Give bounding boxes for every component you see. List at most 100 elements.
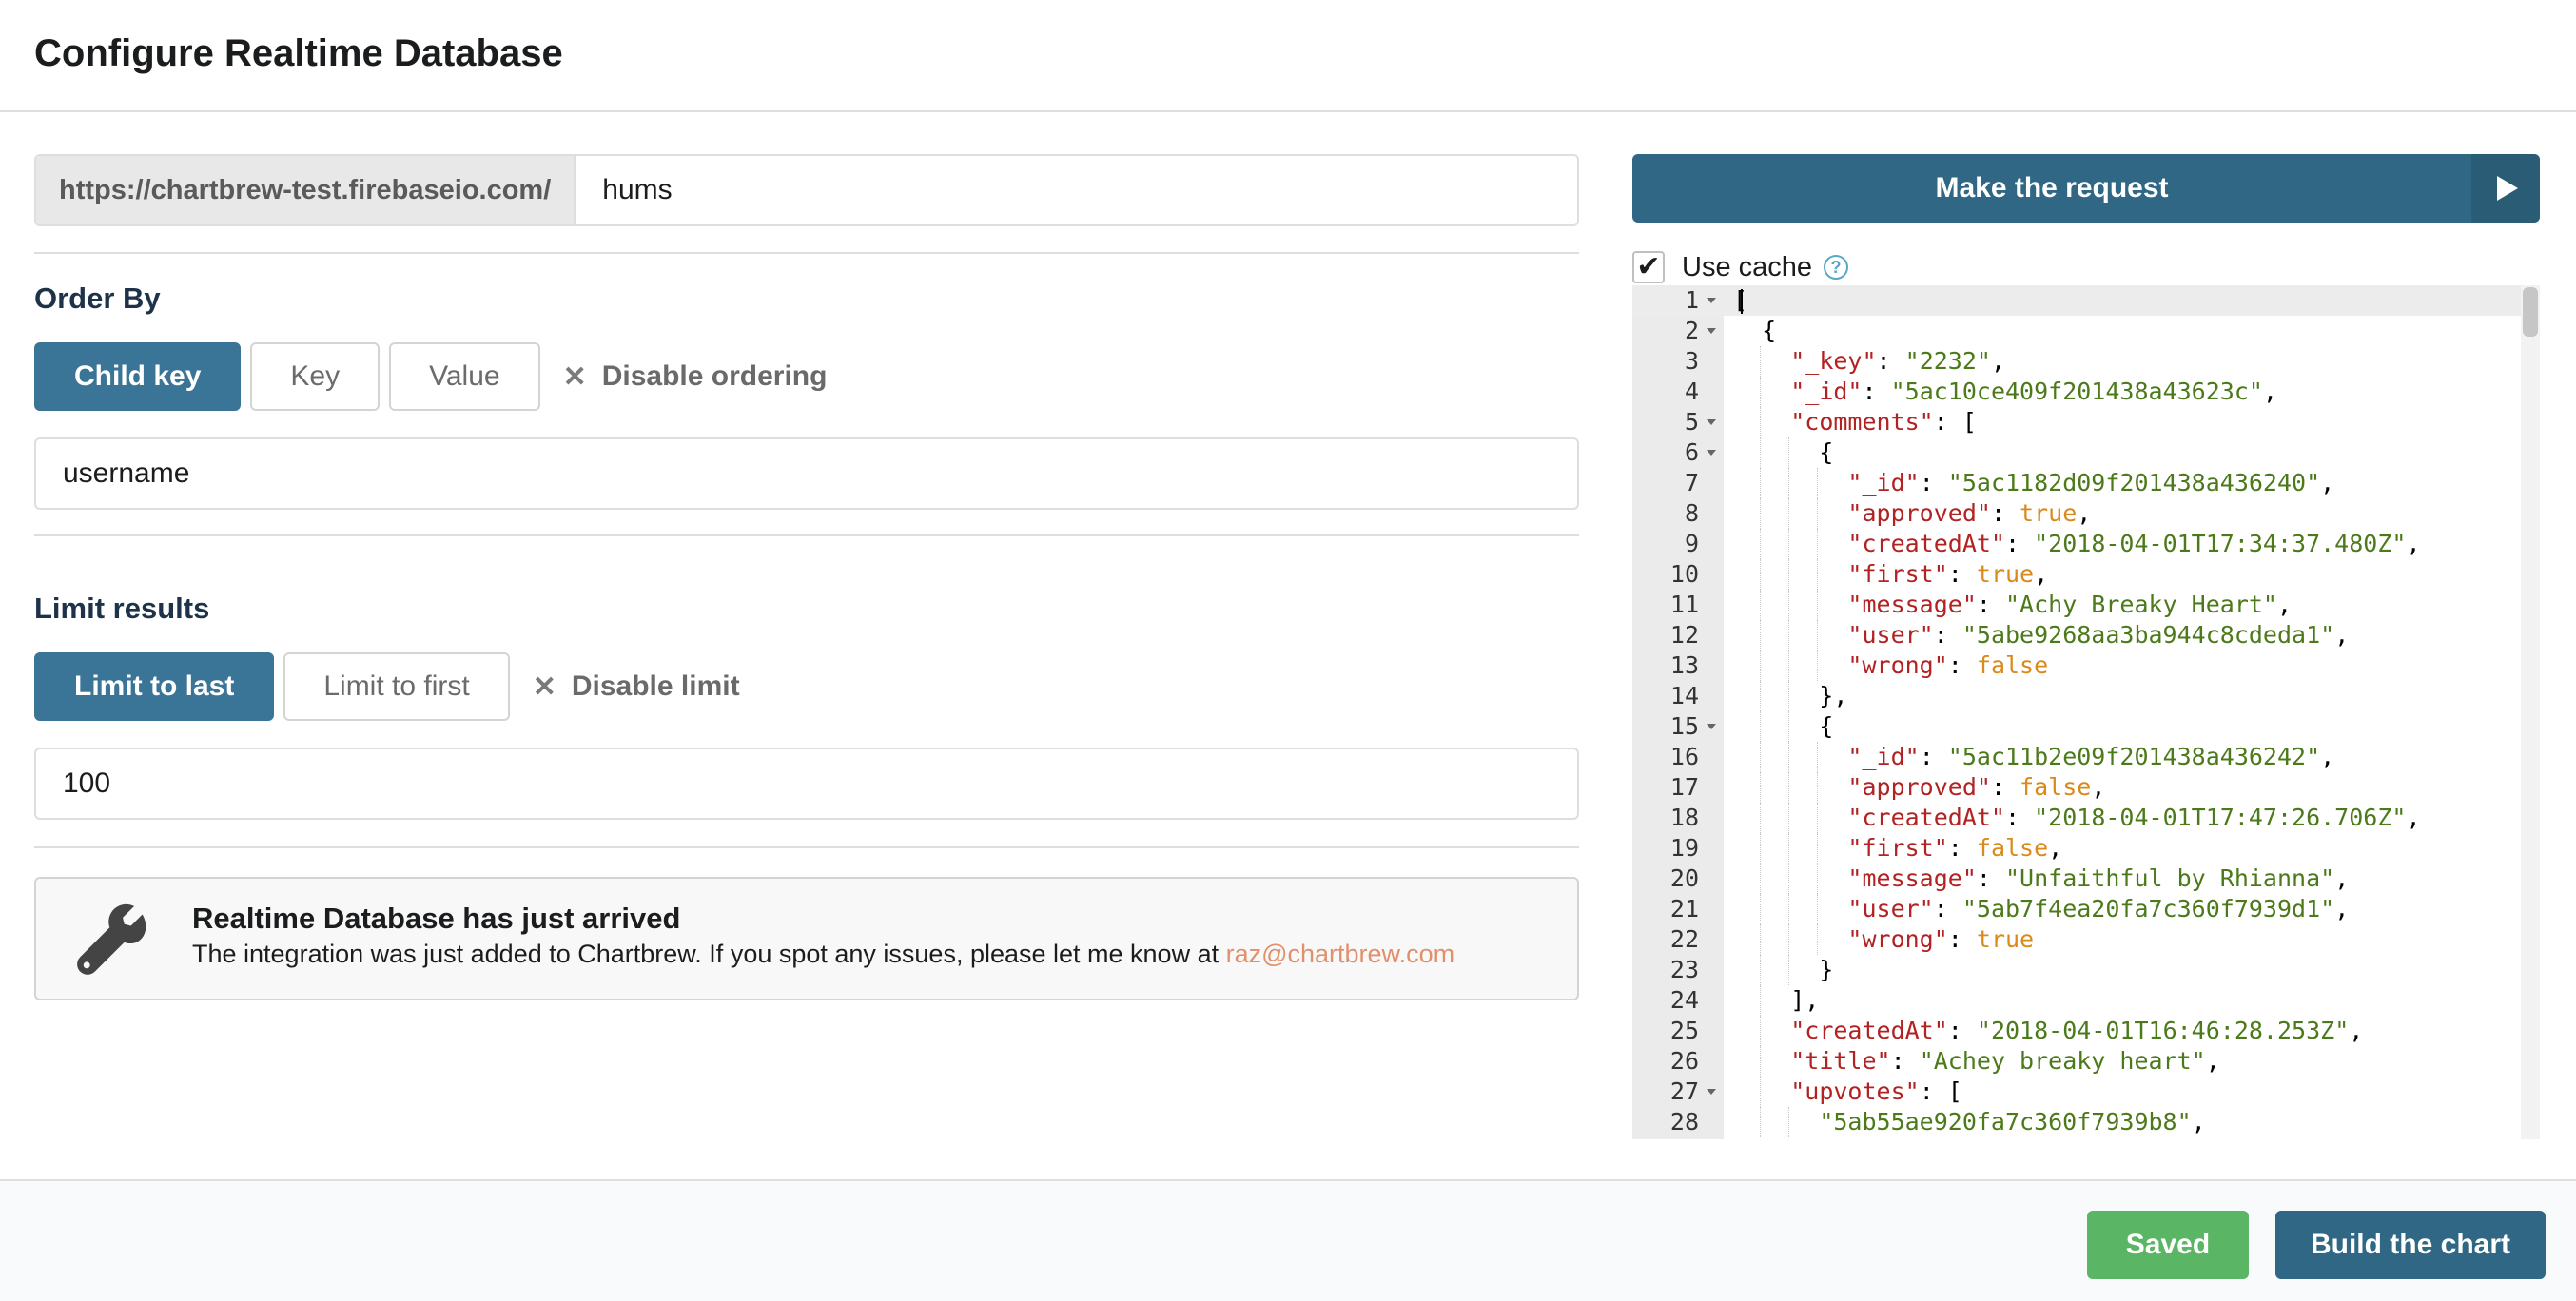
- indent-guide: [1760, 377, 1762, 407]
- close-icon: ✕: [532, 670, 556, 703]
- indent-guide: [1817, 772, 1819, 803]
- indent-guide: [1817, 620, 1819, 650]
- question-circle-icon[interactable]: ?: [1824, 255, 1849, 280]
- fold-arrow-icon[interactable]: [1707, 724, 1716, 729]
- order-by-field-input[interactable]: [34, 437, 1579, 510]
- indent-guide: [1788, 742, 1790, 772]
- indent-guide: [1760, 346, 1762, 377]
- indent-guide: [1788, 590, 1790, 620]
- limit-value-input[interactable]: [34, 748, 1579, 820]
- wrench-icon: [77, 903, 146, 975]
- code-text: },: [1733, 682, 1848, 709]
- code-text: }: [1733, 956, 1834, 983]
- play-icon: [2471, 154, 2540, 223]
- code-line: 5 "comments": [: [1632, 407, 2540, 437]
- indent-guide: [1760, 742, 1762, 772]
- line-number: 8: [1684, 499, 1699, 527]
- code-line: 14 },: [1632, 681, 2540, 711]
- code-line: 28 "5ab55ae920fa7c360f7939b8",: [1632, 1107, 2540, 1137]
- fold-arrow-icon[interactable]: [1707, 419, 1716, 425]
- page-title: Configure Realtime Database: [34, 32, 563, 74]
- code-line: 9 "createdAt": "2018-04-01T17:34:37.480Z…: [1632, 529, 2540, 559]
- code-line: 15 {: [1632, 711, 2540, 742]
- url-input-group: https://chartbrew-test.firebaseio.com/: [34, 154, 1579, 226]
- indent-guide: [1788, 924, 1790, 955]
- line-number: 28: [1669, 1108, 1699, 1136]
- indent-guide: [1760, 955, 1762, 985]
- code-text: "upvotes": [: [1790, 1078, 1962, 1105]
- key-button[interactable]: Key: [250, 342, 381, 411]
- limit-results-label: Limit results: [34, 592, 210, 625]
- code-text: "message": "Unfaithful by Rhianna",: [1847, 864, 2350, 892]
- code-text: "comments": [: [1790, 408, 1977, 436]
- scroll-thumb[interactable]: [2523, 287, 2538, 337]
- use-cache-checkbox[interactable]: ✔: [1632, 251, 1665, 283]
- code-line: 24 ],: [1632, 985, 2540, 1016]
- indent-guide: [1760, 681, 1762, 711]
- line-number: 11: [1669, 591, 1699, 618]
- code-line: 12 "user": "5abe9268aa3ba944c8cdeda1",: [1632, 620, 2540, 650]
- indent-guide: [1788, 650, 1790, 681]
- indent-guide: [1817, 803, 1819, 833]
- indent-guide: [1760, 985, 1762, 1016]
- divider: [34, 534, 1579, 536]
- line-number: 2: [1684, 317, 1699, 344]
- message-text: The integration was just added to Chartb…: [192, 940, 1226, 968]
- message-body: The integration was just added to Chartb…: [192, 940, 1454, 969]
- fold-arrow-icon[interactable]: [1707, 450, 1716, 456]
- email-link[interactable]: raz@chartbrew.com: [1226, 940, 1454, 968]
- disable-ordering-button[interactable]: ✕ Disable ordering: [563, 360, 828, 394]
- order-by-options: Child key Key Value ✕ Disable ordering: [34, 342, 827, 411]
- json-result-editor[interactable]: 1[2 {3 "_key": "2232",4 "_id": "5ac10ce4…: [1632, 285, 2540, 1139]
- code-line: 10 "first": true,: [1632, 559, 2540, 590]
- code-text: "user": "5ab7f4ea20fa7c360f7939d1",: [1847, 895, 2350, 922]
- limit-options: Limit to last Limit to first ✕ Disable l…: [34, 652, 740, 721]
- indent-guide: [1817, 894, 1819, 924]
- code-text: "createdAt": "2018-04-01T17:47:26.706Z",: [1847, 804, 2421, 831]
- child-key-button[interactable]: Child key: [34, 342, 242, 411]
- disable-limit-button[interactable]: ✕ Disable limit: [533, 670, 740, 704]
- code-line: 17 "approved": false,: [1632, 772, 2540, 803]
- indent-guide: [1788, 864, 1790, 894]
- indent-guide: [1760, 407, 1762, 437]
- indent-guide: [1760, 1107, 1762, 1137]
- indent-guide: [1760, 468, 1762, 498]
- line-number: 10: [1669, 560, 1699, 588]
- saved-button[interactable]: Saved: [2087, 1211, 2249, 1279]
- indent-guide: [1788, 833, 1790, 864]
- make-request-button[interactable]: Make the request: [1632, 154, 2540, 223]
- line-number: 4: [1684, 378, 1699, 405]
- indent-guide: [1788, 559, 1790, 590]
- indent-guide: [1788, 772, 1790, 803]
- indent-guide: [1760, 1077, 1762, 1107]
- build-chart-button[interactable]: Build the chart: [2275, 1211, 2546, 1279]
- line-number: 15: [1669, 712, 1699, 740]
- value-button[interactable]: Value: [389, 342, 540, 411]
- code-line: 13 "wrong": false: [1632, 650, 2540, 681]
- indent-guide: [1788, 437, 1790, 468]
- url-path-input[interactable]: [576, 156, 1577, 224]
- fold-arrow-icon[interactable]: [1707, 328, 1716, 334]
- indent-guide: [1817, 924, 1819, 955]
- indent-guide: [1760, 864, 1762, 894]
- indent-guide: [1817, 468, 1819, 498]
- text-cursor: [1741, 289, 1743, 314]
- limit-to-first-button[interactable]: Limit to first: [283, 652, 510, 721]
- line-number: 16: [1669, 743, 1699, 770]
- fold-arrow-icon[interactable]: [1707, 1089, 1716, 1095]
- code-line: 23 }: [1632, 955, 2540, 985]
- code-text: "createdAt": "2018-04-01T16:46:28.253Z",: [1790, 1017, 2364, 1044]
- limit-to-last-button[interactable]: Limit to last: [34, 652, 275, 721]
- editor-scrollbar[interactable]: [2521, 285, 2540, 1139]
- indent-guide: [1760, 437, 1762, 468]
- indent-guide: [1760, 559, 1762, 590]
- code-text: "title": "Achey breaky heart",: [1790, 1047, 2220, 1075]
- code-text: "approved": true,: [1847, 499, 2092, 527]
- line-number: 19: [1669, 834, 1699, 862]
- indent-guide: [1817, 498, 1819, 529]
- fold-arrow-icon[interactable]: [1707, 298, 1716, 303]
- close-icon: ✕: [562, 360, 587, 393]
- checkmark-icon: ✔: [1636, 251, 1661, 282]
- code-line: 18 "createdAt": "2018-04-01T17:47:26.706…: [1632, 803, 2540, 833]
- divider: [34, 846, 1579, 848]
